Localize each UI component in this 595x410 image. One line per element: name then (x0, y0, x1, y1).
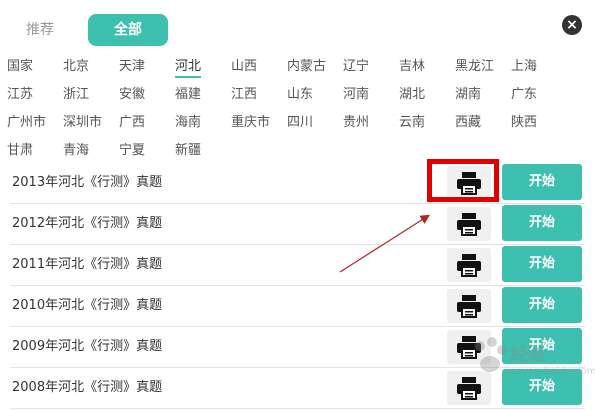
region-item[interactable]: 江苏 (7, 84, 63, 112)
region-item[interactable]: 北京 (63, 56, 119, 84)
region-filter: 国家 北京 天津 河北 山西 内蒙古 辽宁 吉林 黑龙江 上海江苏 浙江 安徽 福建 江西 山东 河南 湖北 湖南… (7, 56, 567, 168)
region-item[interactable]: 四川 (287, 112, 343, 140)
region-label: 贵州 (343, 115, 370, 130)
region-label: 山东 (287, 87, 314, 102)
region-label: 湖南 (455, 87, 482, 102)
region-item[interactable]: 河北 (175, 56, 231, 84)
exam-row: 2009年河北《行测》真题 开始 (10, 327, 585, 368)
region-item[interactable]: 广州市 (7, 112, 63, 140)
printer-icon[interactable] (447, 207, 491, 241)
region-label: 上海 (511, 59, 538, 74)
tab-all[interactable]: 全部 (88, 14, 168, 46)
region-label: 天津 (119, 59, 146, 74)
region-item[interactable]: 湖北 (399, 84, 455, 112)
region-item[interactable]: 国家 (7, 56, 63, 84)
exam-title[interactable]: 2009年河北《行测》真题 (12, 327, 162, 367)
start-button[interactable]: 开始 (502, 328, 582, 364)
region-item[interactable]: 江西 (231, 84, 287, 112)
region-item[interactable]: 河南 (343, 84, 399, 112)
region-label: 辽宁 (343, 59, 370, 74)
exam-title[interactable]: 2010年河北《行测》真题 (12, 286, 162, 326)
region-label: 江西 (231, 87, 258, 102)
region-label: 江苏 (7, 87, 34, 102)
region-label: 西藏 (455, 115, 482, 130)
printer-icon[interactable] (447, 371, 491, 405)
exam-row: 2012年河北《行测》真题 开始 (10, 204, 585, 245)
region-label: 云南 (399, 115, 426, 130)
region-label: 河北 (175, 59, 202, 78)
region-label: 重庆市 (231, 115, 271, 130)
tab-bar: 推荐 全部 (8, 14, 168, 46)
region-item[interactable]: 山东 (287, 84, 343, 112)
start-button[interactable]: 开始 (502, 369, 582, 405)
exam-row: 2011年河北《行测》真题 开始 (10, 245, 585, 286)
exam-title[interactable]: 2013年河北《行测》真题 (12, 163, 162, 203)
region-label: 湖北 (399, 87, 426, 102)
region-label: 福建 (175, 87, 202, 102)
region-label: 国家 (7, 59, 34, 74)
region-item[interactable]: 陕西 (511, 112, 567, 140)
region-label: 四川 (287, 115, 314, 130)
printer-icon[interactable] (447, 330, 491, 364)
region-item[interactable]: 贵州 (343, 112, 399, 140)
region-label: 海南 (175, 115, 202, 130)
printer-icon[interactable] (447, 248, 491, 282)
exam-row: 2008年河北《行测》真题 开始 (10, 368, 585, 409)
region-label: 宁夏 (119, 143, 146, 158)
region-label: 吉林 (399, 59, 426, 74)
start-button[interactable]: 开始 (502, 164, 582, 200)
region-item[interactable]: 西藏 (455, 112, 511, 140)
region-label: 新疆 (175, 143, 202, 158)
region-item[interactable]: 辽宁 (343, 56, 399, 84)
region-label: 安徽 (119, 87, 146, 102)
region-item[interactable]: 深圳市 (63, 112, 119, 140)
region-label: 广东 (511, 87, 538, 102)
region-item[interactable]: 浙江 (63, 84, 119, 112)
tab-recommended[interactable]: 推荐 (8, 14, 72, 46)
region-item[interactable]: 海南 (175, 112, 231, 140)
region-label: 内蒙古 (287, 59, 327, 74)
close-icon[interactable]: × (562, 15, 582, 35)
region-label: 青海 (63, 143, 90, 158)
region-label: 山西 (231, 59, 258, 74)
region-item[interactable]: 安徽 (119, 84, 175, 112)
exam-title[interactable]: 2012年河北《行测》真题 (12, 204, 162, 244)
region-label: 浙江 (63, 87, 90, 102)
exam-row: 2010年河北《行测》真题 开始 (10, 286, 585, 327)
region-item[interactable]: 湖南 (455, 84, 511, 112)
highlight-box (427, 159, 499, 202)
region-label: 广州市 (7, 115, 47, 130)
region-label: 甘肃 (7, 143, 34, 158)
exam-title[interactable]: 2011年河北《行测》真题 (12, 245, 162, 285)
region-item[interactable]: 上海 (511, 56, 567, 84)
region-label: 黑龙江 (455, 59, 495, 74)
exam-title[interactable]: 2008年河北《行测》真题 (12, 368, 162, 408)
printer-icon[interactable] (447, 289, 491, 323)
region-item[interactable]: 广西 (119, 112, 175, 140)
region-item[interactable]: 黑龙江 (455, 56, 511, 84)
region-label: 北京 (63, 59, 90, 74)
region-label: 陕西 (511, 115, 538, 130)
region-label: 广西 (119, 115, 146, 130)
region-item[interactable]: 云南 (399, 112, 455, 140)
region-label: 深圳市 (63, 115, 103, 130)
region-item[interactable]: 山西 (231, 56, 287, 84)
region-item[interactable]: 福建 (175, 84, 231, 112)
region-item[interactable]: 内蒙古 (287, 56, 343, 84)
start-button[interactable]: 开始 (502, 205, 582, 241)
region-item[interactable]: 重庆市 (231, 112, 287, 140)
start-button[interactable]: 开始 (502, 246, 582, 282)
region-item[interactable]: 天津 (119, 56, 175, 84)
region-item[interactable]: 广东 (511, 84, 567, 112)
region-label: 河南 (343, 87, 370, 102)
region-item[interactable]: 吉林 (399, 56, 455, 84)
start-button[interactable]: 开始 (502, 287, 582, 323)
